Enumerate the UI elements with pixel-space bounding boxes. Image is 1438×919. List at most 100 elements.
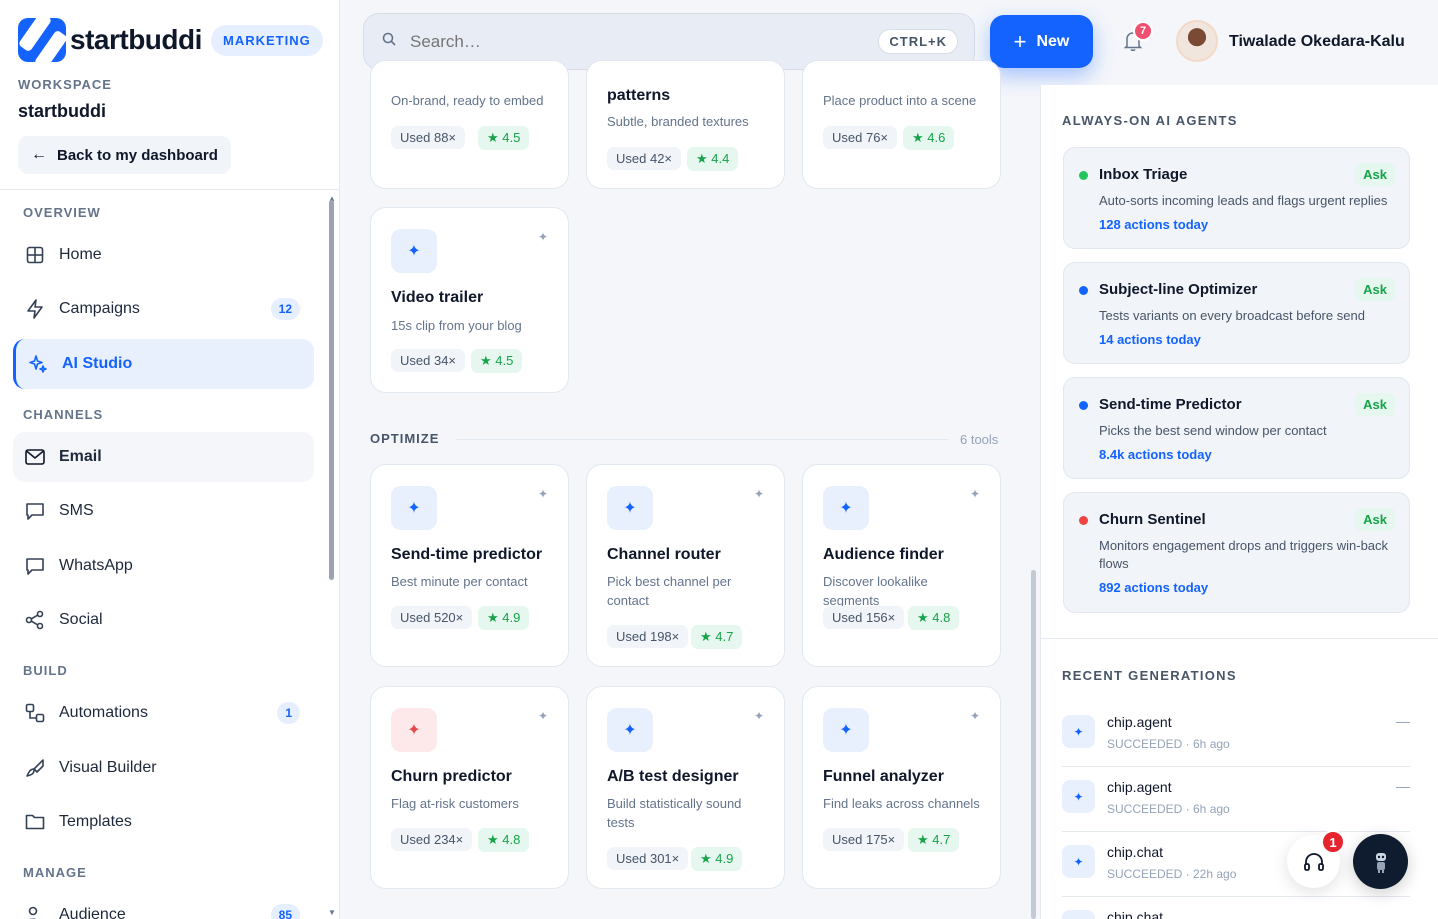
rating-chip: ★ 4.9 [478, 606, 530, 630]
generation-row[interactable]: ✦ chip.agent SUCCEEDED · 6h ago — [1062, 702, 1410, 767]
avatar[interactable] [1176, 20, 1218, 62]
agent-description: Monitors engagement drops and triggers w… [1099, 538, 1389, 571]
pin-sparkle-icon[interactable]: ✦ [754, 487, 764, 501]
sidebar-item-email[interactable]: Email [13, 432, 314, 482]
tool-description: Find leaks across channels [823, 796, 980, 811]
tool-title: Churn predictor [391, 768, 512, 785]
new-button-label: New [1036, 32, 1070, 50]
automations-count-badge: 1 [277, 702, 300, 724]
agent-card-send-time-predictor[interactable]: Send-time Predictor Ask Picks the best s… [1063, 377, 1410, 479]
agent-name: Send-time Predictor [1099, 396, 1242, 413]
tool-card-churn-predictor[interactable]: ✦ ✦ Churn predictor Flag at-risk custome… [370, 686, 569, 889]
agent-description: Picks the best send window per contact [1099, 423, 1327, 438]
generation-row[interactable]: ✦ chip.agent SUCCEEDED · 6h ago — [1062, 767, 1410, 832]
new-button[interactable]: + New [990, 15, 1093, 68]
agent-actions-link[interactable]: 8.4k actions today [1099, 447, 1212, 462]
sidebar-item-templates[interactable]: Templates [13, 797, 314, 847]
brand[interactable]: startbuddi [18, 18, 202, 62]
sidebar-item-sms[interactable]: SMS [13, 486, 314, 536]
rating-chip: ★ 4.5 [478, 126, 530, 150]
generation-meta: SUCCEEDED · 22h ago [1107, 867, 1237, 881]
usage-chip: Used 42× [607, 147, 682, 170]
tool-card-funnel-analyzer[interactable]: ✦ ✦ Funnel analyzer Find leaks across ch… [802, 686, 1001, 889]
status-dot [1079, 401, 1088, 410]
nav-section-overview: OVERVIEW [23, 205, 101, 220]
rating-chip: ★ 4.5 [471, 349, 523, 373]
section-title-optimize: OPTIMIZE [370, 431, 440, 446]
workspace-name: startbuddi [18, 101, 106, 121]
lightning-icon [25, 299, 45, 319]
usage-chip: Used 175× [823, 828, 905, 851]
ask-button[interactable]: Ask [1355, 508, 1395, 531]
pin-sparkle-icon[interactable]: ✦ [970, 487, 980, 501]
ai-assistant-button[interactable] [1353, 834, 1408, 889]
sidebar-item-campaigns[interactable]: Campaigns 12 [13, 284, 314, 334]
audience-count-badge: 85 [270, 904, 300, 919]
agent-card-subject-line-optimizer[interactable]: Subject-line Optimizer Ask Tests variant… [1063, 262, 1410, 364]
agent-actions-link[interactable]: 14 actions today [1099, 332, 1201, 347]
main-scrollbar[interactable] [1031, 570, 1036, 919]
sidebar-item-home[interactable]: Home [13, 230, 314, 280]
generation-row[interactable]: ✦ chip.chat [1062, 897, 1410, 919]
sidebar-item-automations[interactable]: Automations 1 [13, 688, 314, 738]
user-name[interactable]: Tiwalade Okedara-Kalu [1229, 33, 1405, 51]
tool-card[interactable]: Place product into a scene Used 76× ★ 4.… [802, 60, 1001, 189]
tool-card-audience-finder[interactable]: ✦ ✦ Audience finder Discover lookalike s… [802, 464, 1001, 667]
agent-card-churn-sentinel[interactable]: Churn Sentinel Ask Monitors engagement d… [1063, 492, 1410, 613]
sidebar-item-audience[interactable]: Audience 85 [13, 890, 314, 919]
workspace-type-badge: MARKETING [211, 25, 323, 56]
ask-button[interactable]: Ask [1355, 278, 1395, 301]
sparkle-icon: ✦ [1062, 910, 1095, 919]
search-input[interactable] [410, 31, 850, 52]
sparkle-icon: ✦ [607, 708, 653, 752]
sidebar-item-ai-studio[interactable]: AI Studio [13, 339, 314, 389]
agent-actions-link[interactable]: 892 actions today [1099, 580, 1208, 595]
back-to-dashboard-button[interactable]: ← Back to my dashboard [18, 136, 231, 174]
rating-chip: ★ 4.7 [691, 625, 743, 649]
sparkle-icon: ✦ [607, 486, 653, 530]
tool-card[interactable]: On-brand, ready to embed Used 88× ★ 4.5 [370, 60, 859, 189]
rating-chip: ★ 4.4 [687, 147, 739, 171]
sidebar-item-visual-builder[interactable]: Visual Builder [13, 743, 314, 793]
usage-chip: Used 520× [391, 606, 473, 629]
usage-chip: Used 234× [391, 828, 473, 851]
support-count-badge: 1 [1321, 830, 1345, 854]
pin-sparkle-icon[interactable]: ✦ [754, 709, 764, 723]
tool-title: A/B test designer [607, 768, 739, 785]
sidebar-scrollbar[interactable] [329, 200, 334, 580]
tool-description: Subtle, branded textures [607, 114, 749, 129]
pin-sparkle-icon[interactable]: ✦ [538, 487, 548, 501]
sidebar-item-label: Campaigns [59, 300, 140, 317]
brand-name: startbuddi [70, 24, 202, 55]
tool-card-send-time-predictor[interactable]: ✦ ✦ Send-time predictor Best minute per … [370, 464, 569, 667]
usage-chip: Used 34× [391, 349, 466, 372]
pin-sparkle-icon[interactable]: ✦ [538, 709, 548, 723]
rating-chip: ★ 4.8 [908, 606, 960, 630]
sidebar-item-label: Templates [59, 813, 132, 830]
generation-name: chip.agent [1107, 714, 1172, 730]
mail-icon [25, 447, 45, 467]
agent-actions-link[interactable]: 128 actions today [1099, 217, 1208, 232]
sidebar-item-label: Automations [59, 704, 148, 721]
tool-title: patterns [607, 87, 671, 104]
pin-sparkle-icon[interactable]: ✦ [538, 230, 548, 244]
agent-card-inbox-triage[interactable]: Inbox Triage Ask Auto-sorts incoming lea… [1063, 147, 1410, 249]
tool-description: Flag at-risk customers [391, 796, 519, 811]
pin-sparkle-icon[interactable]: ✦ [970, 709, 980, 723]
sidebar-item-social[interactable]: Social [13, 595, 314, 645]
back-label: Back to my dashboard [57, 146, 218, 164]
ask-button[interactable]: Ask [1355, 163, 1395, 186]
scroll-down-arrow-icon[interactable]: ▼ [328, 908, 336, 917]
agents-panel-title: ALWAYS-ON AI AGENTS [1062, 113, 1238, 128]
tool-card-video-trailer[interactable]: ✦ ✦ Video trailer 15s clip from your blo… [370, 207, 569, 393]
tool-card-channel-router[interactable]: ✦ ✦ Channel router Pick best channel per… [586, 464, 785, 667]
campaigns-count-badge: 12 [270, 298, 300, 320]
tool-card-ab-test-designer[interactable]: ✦ ✦ A/B test designer Build statisticall… [586, 686, 785, 889]
right-panel: ALWAYS-ON AI AGENTS Inbox Triage Ask Aut… [1040, 85, 1438, 919]
ask-button[interactable]: Ask [1355, 393, 1395, 416]
tool-title: Channel router [607, 546, 721, 563]
tool-card[interactable]: patterns Subtle, branded textures Used 4… [586, 60, 785, 189]
sidebar-item-whatsapp[interactable]: WhatsApp [13, 541, 314, 591]
agent-description: Tests variants on every broadcast before… [1099, 308, 1365, 323]
section-divider [456, 439, 948, 440]
